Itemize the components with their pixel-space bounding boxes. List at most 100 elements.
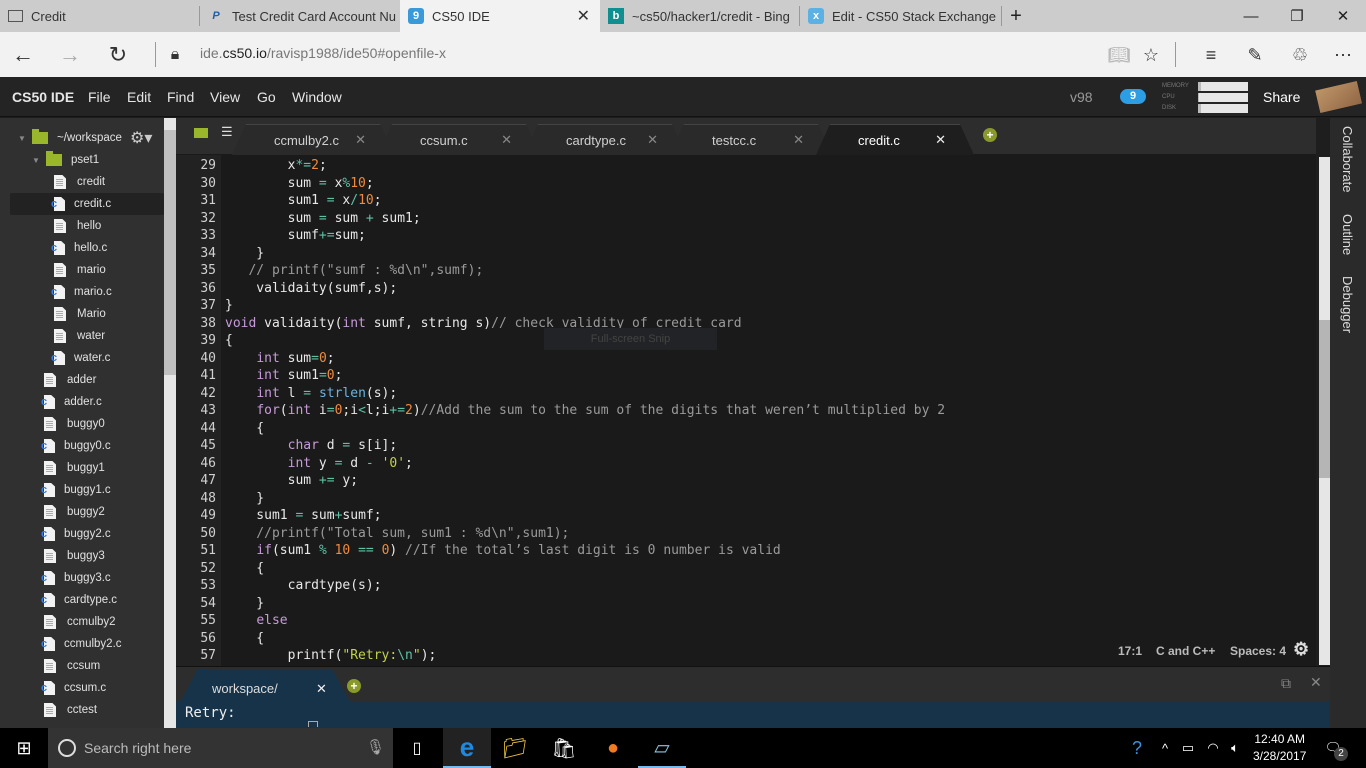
expand-triangle-icon[interactable]: ▼ <box>32 156 44 165</box>
code-line[interactable]: 39 { <box>176 333 1306 351</box>
tree-item[interactable]: c hello.c <box>0 237 164 259</box>
maximize-panel-icon[interactable]: ⧉ <box>1281 675 1291 692</box>
menu-view[interactable]: View <box>210 89 240 105</box>
cloud-notifications-icon[interactable]: 9 <box>1120 89 1146 104</box>
editor-settings-gear-icon[interactable]: ⚙ <box>1293 639 1309 660</box>
battery-icon[interactable]: ▭ <box>1178 728 1198 768</box>
rail-outline[interactable]: Outline <box>1340 214 1355 255</box>
code-line[interactable]: 38 void validaity(int sumf, string s)// c… <box>176 316 1306 334</box>
tree-item[interactable]: c water.c <box>0 347 164 369</box>
code-line[interactable]: 41 int sum1=0; <box>176 368 1306 386</box>
start-button[interactable]: ⊞ <box>0 728 48 768</box>
system-clock[interactable]: 12:40 AM 3/28/2017 <box>1253 731 1306 765</box>
tree-item[interactable]: buggy0 <box>0 413 164 435</box>
sidebar-scroll-thumb[interactable] <box>164 130 176 375</box>
code-line[interactable]: 35 // printf("sumf : %d\n",sumf); <box>176 263 1306 281</box>
close-panel-icon[interactable]: ✕ <box>1310 674 1322 691</box>
tree-item[interactable]: water <box>0 325 164 347</box>
menu-cs50-ide[interactable]: CS50 IDE <box>12 89 74 105</box>
close-editor-tab-icon[interactable]: ✕ <box>935 132 946 148</box>
language-mode[interactable]: C and C++ <box>1156 644 1215 658</box>
forward-button[interactable]: → <box>55 40 85 70</box>
close-tab-icon[interactable]: ✕ <box>577 6 590 26</box>
hub-icon[interactable]: ≡ <box>1196 41 1226 69</box>
url-field[interactable]: ide.cs50.io/ravisp1988/ide50#openfile-x <box>200 45 446 61</box>
menu-go[interactable]: Go <box>257 89 276 105</box>
file-explorer-icon[interactable]: 📁︎ <box>491 728 539 768</box>
close-terminal-tab-icon[interactable]: ✕ <box>316 681 327 697</box>
indent-setting[interactable]: Spaces: 4 <box>1230 644 1286 658</box>
tree-folder-pset1[interactable]: ▼ pset1 <box>0 149 164 171</box>
close-editor-tab-icon[interactable]: ✕ <box>355 132 366 148</box>
tree-settings-gear-icon[interactable]: ⚙▾ <box>130 128 152 148</box>
browser-tab-bing[interactable]: b ~cs50/hacker1/credit - Bing <box>600 0 800 32</box>
browser-tab-cs50-ide[interactable]: 9 CS50 IDE ✕ <box>400 0 600 32</box>
web-note-icon[interactable]: ✎ <box>1240 41 1270 69</box>
new-terminal-button[interactable]: + <box>347 679 361 693</box>
code-line[interactable]: 40 int sum=0; <box>176 351 1306 369</box>
editor-tab[interactable]: ccsum.c ✕ <box>378 124 540 155</box>
tree-item[interactable]: cctest <box>0 699 164 721</box>
code-line[interactable]: 47 sum += y; <box>176 473 1306 491</box>
tree-item[interactable]: c mario.c <box>0 281 164 303</box>
code-editor[interactable]: 29 x*=2; 30 sum = x%10; 31 sum1 = x/10; 32 … <box>176 155 1331 666</box>
editor-tab[interactable]: credit.c ✕ <box>816 124 974 155</box>
tree-item[interactable]: c adder.c <box>0 391 164 413</box>
code-line[interactable]: 49 sum1 = sum+sumf; <box>176 508 1306 526</box>
reading-view-icon[interactable]: 📖︎ <box>1104 41 1134 69</box>
tree-item[interactable]: c buggy3.c <box>0 567 164 589</box>
tree-item[interactable]: adder <box>0 369 164 391</box>
code-line[interactable]: 51 if(sum1 % 10 == 0) //If the total’s l… <box>176 543 1306 561</box>
tree-item[interactable]: buggy2 <box>0 501 164 523</box>
menu-window[interactable]: Window <box>292 89 342 105</box>
terminal-tab-workspace[interactable]: workspace/ ✕ <box>180 669 350 702</box>
editor-tab[interactable]: ccmulby2.c ✕ <box>232 124 394 155</box>
code-line[interactable]: 29 x*=2; <box>176 158 1306 176</box>
browser-tab-stackexchange[interactable]: x Edit - CS50 Stack Exchange <box>800 0 1002 32</box>
edge-icon[interactable]: e <box>443 728 491 768</box>
taskbar-search[interactable]: Search right here 🎙︎ <box>48 728 393 768</box>
menu-edit[interactable]: Edit <box>127 89 151 105</box>
code-line[interactable]: 50 //printf("Total sum, sum1 : %d\n",sum… <box>176 526 1306 544</box>
code-line[interactable]: 45 char d = s[i]; <box>176 438 1306 456</box>
help-tray-icon[interactable]: ? <box>1122 728 1152 768</box>
tree-item[interactable]: c credit.c <box>10 193 164 215</box>
tree-item[interactable]: ccsum <box>0 655 164 677</box>
restore-button[interactable]: ❐ <box>1274 0 1320 32</box>
firefox-icon[interactable]: ● <box>589 728 637 768</box>
code-line[interactable]: 43 for(int i=0;i<l;i+=2)//Add the sum to… <box>176 403 1306 421</box>
editor-tab[interactable]: testcc.c ✕ <box>670 124 832 155</box>
cursor-position[interactable]: 17:1 <box>1118 644 1142 658</box>
refresh-button[interactable]: ↻ <box>103 40 133 70</box>
tree-item[interactable]: c buggy0.c <box>0 435 164 457</box>
tree-item[interactable]: ccmulby2 <box>0 611 164 633</box>
code-line[interactable]: 44 { <box>176 421 1306 439</box>
tree-item[interactable]: c ccmulby2.c <box>0 633 164 655</box>
notepad-icon[interactable]: ▱ <box>638 728 686 768</box>
code-line[interactable]: 55 else <box>176 613 1306 631</box>
sidebar-scrollbar[interactable] <box>164 118 176 728</box>
code-line[interactable]: 37} <box>176 298 1306 316</box>
share-button[interactable]: Share <box>1263 89 1300 105</box>
tree-item[interactable]: c buggy2.c <box>0 523 164 545</box>
new-tab-button[interactable]: + <box>993 0 1039 32</box>
store-icon[interactable]: 🛍︎ <box>540 728 588 768</box>
folder-toggle-icon[interactable] <box>194 128 208 138</box>
code-line[interactable]: 46 int y = d - '0'; <box>176 456 1306 474</box>
tree-item[interactable]: hello <box>0 215 164 237</box>
minimize-button[interactable]: — <box>1228 0 1274 32</box>
menu-file[interactable]: File <box>88 89 111 105</box>
show-hidden-icons-icon[interactable]: ^ <box>1155 728 1175 768</box>
close-editor-tab-icon[interactable]: ✕ <box>501 132 512 148</box>
code-line[interactable]: 31 sum1 = x/10; <box>176 193 1306 211</box>
outline-toggle-icon[interactable]: ☰ <box>221 124 233 140</box>
code-line[interactable]: 32 sum = sum + sum1; <box>176 211 1306 229</box>
more-icon[interactable]: ⋯ <box>1328 41 1358 69</box>
code-line[interactable]: 48 } <box>176 491 1306 509</box>
tree-item[interactable]: buggy3 <box>0 545 164 567</box>
expand-triangle-icon[interactable]: ▼ <box>18 134 30 143</box>
tree-item[interactable]: credit <box>0 171 164 193</box>
action-center-icon[interactable]: 🗨︎ 2 <box>1318 728 1348 768</box>
tree-item[interactable]: mario <box>0 259 164 281</box>
volume-icon[interactable]: 🔈︎ <box>1225 728 1245 768</box>
